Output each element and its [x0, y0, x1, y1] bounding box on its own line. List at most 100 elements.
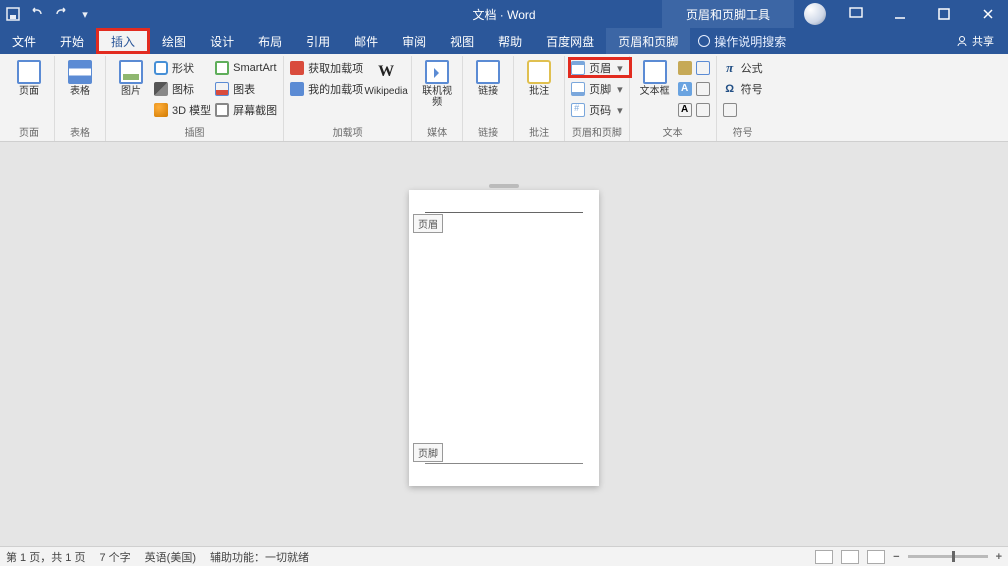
- icons-button[interactable]: 图标: [154, 79, 211, 99]
- tab-draw[interactable]: 绘图: [150, 28, 198, 54]
- group-header-footer: 页眉▾ 页脚▾ 页码▾ 页眉和页脚: [565, 56, 630, 141]
- pagenumber-icon: [571, 103, 585, 117]
- quick-parts-button[interactable]: [678, 58, 692, 78]
- table-button[interactable]: 表格: [61, 58, 99, 97]
- view-print-icon[interactable]: [841, 550, 859, 564]
- video-label: 联机视频: [418, 86, 456, 108]
- pictures-button[interactable]: 图片: [112, 58, 150, 97]
- tab-review[interactable]: 审阅: [390, 28, 438, 54]
- comment-icon: [527, 60, 551, 84]
- equation-button[interactable]: π公式: [723, 58, 763, 78]
- group-illustrations: 图片 形状 图标 3D 模型 SmartArt 图表 屏幕截图 插图: [106, 56, 284, 141]
- tab-home[interactable]: 开始: [48, 28, 96, 54]
- wikipedia-button[interactable]: W Wikipedia: [367, 58, 405, 97]
- zoom-out-icon[interactable]: −: [893, 551, 899, 563]
- chart-button[interactable]: 图表: [215, 79, 277, 99]
- group-text: 文本框 A A 文本: [630, 56, 717, 141]
- store-icon: [290, 61, 304, 75]
- user-avatar[interactable]: [804, 3, 826, 25]
- footer-icon: [571, 82, 585, 96]
- document-area[interactable]: 页眉 页脚: [0, 142, 1008, 546]
- status-words[interactable]: 7 个字: [99, 549, 130, 565]
- undo-icon[interactable]: [30, 7, 44, 21]
- save-icon[interactable]: [6, 7, 20, 21]
- page-number-button[interactable]: 页码▾: [571, 100, 623, 120]
- my-addins-button[interactable]: 我的加载项: [290, 79, 363, 99]
- status-page[interactable]: 第 1 页，共 1 页: [6, 549, 85, 565]
- link-button[interactable]: 链接: [469, 58, 507, 97]
- shapes-button[interactable]: 形状: [154, 58, 211, 78]
- view-read-icon[interactable]: [815, 550, 833, 564]
- lightbulb-icon: [698, 35, 710, 47]
- footer-button[interactable]: 页脚▾: [571, 79, 623, 99]
- table-icon: [68, 60, 92, 84]
- screenshot-button[interactable]: 屏幕截图: [215, 100, 277, 120]
- status-bar: 第 1 页，共 1 页 7 个字 英语(美国) 辅助功能：一切就绪 − +: [0, 546, 1008, 566]
- maximize-icon[interactable]: [924, 0, 964, 28]
- tab-insert[interactable]: 插入: [96, 28, 150, 54]
- chevron-down-icon: ▾: [617, 62, 623, 75]
- tab-mailings[interactable]: 邮件: [342, 28, 390, 54]
- link-icon: [476, 60, 500, 84]
- 3d-icon: [154, 103, 168, 117]
- group-pages: 页面 页面: [4, 56, 55, 141]
- share-button[interactable]: 共享: [942, 28, 1008, 54]
- textbox-button[interactable]: 文本框: [636, 58, 674, 97]
- cover-page-button[interactable]: 页面: [10, 58, 48, 97]
- signature-button[interactable]: [696, 58, 710, 78]
- group-label-pages: 页面: [10, 124, 48, 141]
- status-accessibility[interactable]: 辅助功能：一切就绪: [210, 549, 309, 565]
- contextual-tab-label[interactable]: 页眉和页脚工具: [662, 0, 794, 28]
- ribbon-display-icon[interactable]: [836, 0, 876, 28]
- symbol-button[interactable]: Ω符号: [723, 79, 763, 99]
- table-label: 表格: [70, 86, 90, 97]
- close-icon[interactable]: [968, 0, 1008, 28]
- group-tables: 表格 表格: [55, 56, 106, 141]
- minimize-icon[interactable]: [880, 0, 920, 28]
- quickparts-icon: [678, 61, 692, 75]
- zoom-in-icon[interactable]: +: [996, 551, 1002, 563]
- status-lang[interactable]: 英语(美国): [145, 549, 196, 565]
- 3dmodel-button[interactable]: 3D 模型: [154, 100, 211, 120]
- tab-header-footer[interactable]: 页眉和页脚: [606, 28, 690, 54]
- chevron-down-icon: ▾: [617, 83, 623, 96]
- wiki-label: Wikipedia: [364, 86, 407, 97]
- group-label-addins: 加载项: [290, 124, 405, 141]
- equation-icon: π: [723, 61, 737, 75]
- group-label-media: 媒体: [418, 124, 456, 141]
- comment-label: 批注: [529, 86, 549, 97]
- zoom-slider[interactable]: [908, 555, 988, 558]
- tab-references[interactable]: 引用: [294, 28, 342, 54]
- textbox-icon: [643, 60, 667, 84]
- group-addins: 获取加载项 我的加载项 W Wikipedia 加载项: [284, 56, 412, 141]
- tab-design[interactable]: 设计: [198, 28, 246, 54]
- tab-layout[interactable]: 布局: [246, 28, 294, 54]
- titlebar: ▾ 文档 · Word 页眉和页脚工具: [0, 0, 1008, 28]
- view-web-icon[interactable]: [867, 550, 885, 564]
- tab-baidu[interactable]: 百度网盘: [534, 28, 606, 54]
- dropcap-button[interactable]: A: [678, 100, 692, 120]
- number-button[interactable]: [723, 100, 763, 120]
- page-center-tab-marker: [489, 184, 519, 188]
- datetime-button[interactable]: [696, 79, 710, 99]
- tell-me-search[interactable]: 操作说明搜索: [698, 28, 786, 54]
- smartart-button[interactable]: SmartArt: [215, 58, 277, 78]
- group-label-illus: 插图: [112, 124, 277, 141]
- header-button[interactable]: 页眉▾: [571, 58, 623, 78]
- qat-more-icon[interactable]: ▾: [78, 7, 92, 21]
- picture-icon: [119, 60, 143, 84]
- object-icon: [696, 103, 710, 117]
- online-video-button[interactable]: 联机视频: [418, 58, 456, 108]
- object-button[interactable]: [696, 100, 710, 120]
- redo-icon[interactable]: [54, 7, 68, 21]
- tab-file[interactable]: 文件: [0, 28, 48, 54]
- textbox-label: 文本框: [640, 86, 670, 97]
- page[interactable]: 页眉 页脚: [409, 190, 599, 486]
- comment-button[interactable]: 批注: [520, 58, 558, 97]
- tab-view[interactable]: 视图: [438, 28, 486, 54]
- group-links: 链接 链接: [463, 56, 514, 141]
- wordart-button[interactable]: A: [678, 79, 692, 99]
- get-addins-button[interactable]: 获取加载项: [290, 58, 363, 78]
- cover-label: 页面: [19, 86, 39, 97]
- tab-help[interactable]: 帮助: [486, 28, 534, 54]
